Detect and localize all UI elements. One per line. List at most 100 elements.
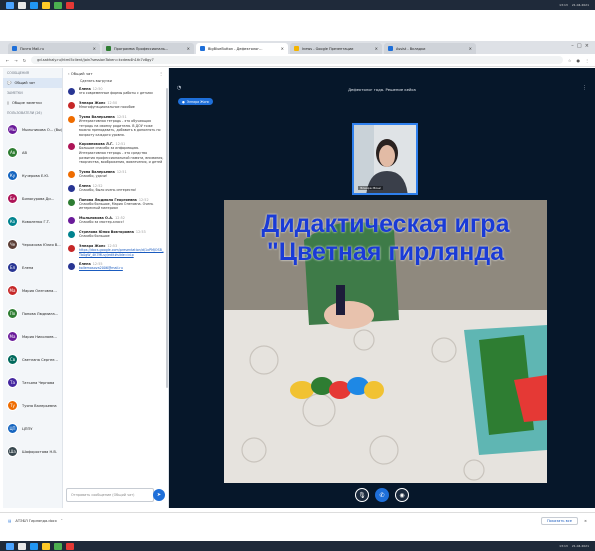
chat-message: Туяна Валерьевна 12:51 Интерактивная тетра… — [63, 113, 168, 140]
chat-title: Общий чат — [70, 71, 93, 76]
star-icon[interactable]: ☆ — [568, 58, 572, 63]
chat-text: Большое спасибо за информацию. Интеракти… — [79, 146, 164, 165]
user-list-item[interactable]: Би Билокурова Ди... — [3, 187, 62, 210]
chat-text: Спасибо за мастер-класс! — [79, 219, 124, 224]
user-name: Билокурова Ди... — [22, 196, 55, 201]
avatar: Ма — [7, 285, 18, 296]
chat-message: Елена 12:52 Спасибо, было очень интересно! — [63, 182, 168, 196]
phone-icon: ✆ — [379, 491, 385, 499]
app-icon[interactable] — [66, 1, 74, 9]
chevron-down-icon[interactable]: ˄ — [61, 519, 63, 523]
camera-button[interactable]: ◉ — [395, 488, 409, 502]
chat-scrollbar[interactable] — [166, 88, 168, 388]
avatar: Че — [7, 239, 18, 250]
tab-program[interactable]: Программа Профессиональ... × — [102, 43, 194, 54]
user-list-item[interactable]: Че Черкасова Юлия В... — [3, 233, 62, 256]
tab-assist[interactable]: Assist - Вкладки × — [384, 43, 476, 54]
users-section-title: ПОЛЬЗОВАТЕЛИ (26) — [7, 111, 42, 115]
close-icon[interactable]: × — [469, 46, 472, 51]
close-icon[interactable]: × — [281, 46, 284, 51]
search-icon[interactable] — [18, 1, 26, 9]
user-list-item[interactable]: ЦП ЦППУ — [3, 417, 62, 440]
window-controls[interactable]: – □ × — [571, 43, 589, 54]
forward-icon[interactable]: → — [14, 58, 17, 63]
user-list-item[interactable]: Св Светлана Сергее... — [3, 348, 62, 371]
explorer-icon[interactable] — [42, 542, 50, 550]
show-all-downloads-button[interactable]: Показать все — [540, 517, 578, 525]
user-list-item[interactable]: Ко Коваленко Г.Т. — [3, 210, 62, 233]
browser-tab-bar: Почта Mail.ru × Программа Профессиональ..… — [0, 41, 595, 54]
user-list-item[interactable]: Ма Мария Олеговна... — [3, 279, 62, 302]
chat-message-body: Мыльникова О.А. 12:52 Спасибо за мастер-кл… — [79, 216, 164, 225]
user-list-item[interactable]: По Попова Людмила... — [3, 302, 62, 325]
camera-icon: ◉ — [399, 491, 405, 499]
edge-icon[interactable] — [30, 542, 38, 550]
chat-icon: 💬 — [7, 81, 12, 85]
user-list-item[interactable]: Ша Шафоростова Н.В. — [3, 440, 62, 463]
chat-options-icon[interactable]: ⋮ — [159, 71, 163, 76]
explorer-icon[interactable] — [42, 1, 50, 9]
user-list-item[interactable]: Ту Туяна Валерьевна — [3, 394, 62, 417]
close-icon[interactable]: × — [187, 46, 190, 51]
shared-notes-item[interactable]: ▯ Общие заметки — [3, 98, 62, 108]
user-list-item[interactable]: Та Татьяна Чернова — [3, 371, 62, 394]
user-name: Мария Олеговна... — [22, 288, 57, 293]
options-icon[interactable]: ⋮ — [582, 85, 587, 91]
media-controls: 🎙 ✆ ◉ — [169, 488, 595, 502]
audio-button[interactable]: ✆ — [375, 488, 389, 502]
tab-label: Assist - Вкладки — [396, 46, 426, 51]
back-icon[interactable]: ← — [6, 58, 9, 63]
close-icon[interactable]: × — [93, 46, 96, 51]
webcam-video[interactable]: Элнара Жонс — [352, 123, 418, 195]
user-list-item[interactable]: Ав АВ — [3, 141, 62, 164]
edge-icon[interactable] — [30, 1, 38, 9]
avatar — [67, 101, 76, 110]
close-icon[interactable]: × — [375, 46, 378, 51]
show-all-label: Показать все — [546, 519, 572, 523]
user-name: Коваленко Г.Т. — [22, 219, 51, 224]
profile-icon[interactable]: ● — [577, 58, 581, 63]
chat-link[interactable]: https://docs.google.com/presentation/d/1… — [79, 248, 164, 257]
chat-back-icon[interactable]: ‹ Общий чат — [68, 71, 93, 76]
doc-icon — [106, 46, 111, 51]
chat-message: Мыльникова О.А. 12:52 Спасибо за мастер-кл… — [63, 214, 168, 228]
send-button[interactable]: ➤ — [153, 489, 165, 501]
download-file-name[interactable]: АТЭБЛ Гирлянда.docx — [15, 519, 57, 523]
windows-taskbar-bottom: 13:13 21.04.2021 — [0, 541, 595, 551]
chat-link[interactable]: kollemosova2006@mail.ru — [79, 266, 164, 271]
chat-messages: Елена 12:50 это современные формы работы с… — [63, 85, 168, 274]
menu-icon[interactable]: ⋮ — [585, 58, 589, 63]
close-icon[interactable]: × — [584, 519, 587, 523]
app-icon[interactable] — [66, 542, 74, 550]
tab-google-slides[interactable]: Іnews - Google Презентации × — [290, 43, 382, 54]
bbb-icon — [200, 46, 205, 51]
chrome-icon[interactable] — [54, 542, 62, 550]
mute-button[interactable]: 🎙 — [355, 488, 369, 502]
avatar: Ша — [7, 446, 18, 457]
chat-text: Спасибо, было очень интересно! — [79, 187, 137, 192]
user-list-item[interactable]: Мы Мыльникова О... (Вы) — [3, 118, 62, 141]
windows-start-icon[interactable] — [6, 542, 14, 550]
user-list-item[interactable]: Ма Мария Николаев... — [3, 325, 62, 348]
user-list-item[interactable]: Ел Елена — [3, 256, 62, 279]
user-name: Попова Людмила... — [22, 311, 59, 316]
presentation-slide: Дидактическая игра "Цветная гирлянда — [224, 200, 547, 483]
tab-bigbluebutton[interactable]: BigBlueButton - Дефектолог... × — [196, 43, 288, 54]
chat-message-body: Коровникова Л.Г. 12:51 Большое спасибо за … — [79, 142, 164, 164]
vk-icon — [388, 46, 393, 51]
chrome-icon[interactable] — [54, 1, 62, 9]
public-chat-item[interactable]: 💬 Общий чат — [3, 78, 62, 88]
windows-start-icon[interactable] — [6, 1, 14, 9]
send-icon: ➤ — [156, 492, 162, 498]
search-icon[interactable] — [18, 542, 26, 550]
notes-section-title: ЗАМЕТКИ — [7, 91, 23, 95]
user-list-item[interactable]: Ку Кучерова Е.Ю. — [3, 164, 62, 187]
user-name: Шафоростова Н.В. — [22, 449, 57, 454]
address-bar[interactable]: gd.sakhaly.ru/html5client/join?sessionTo… — [31, 56, 563, 64]
chat-text: это современные формы работы с детьми — [79, 91, 153, 95]
reload-icon[interactable]: ↻ — [23, 58, 26, 63]
chat-message-input[interactable]: Отправить сообщение (Общий чат) — [66, 488, 154, 502]
chat-input-placeholder: Отправить сообщение (Общий чат) — [71, 493, 135, 497]
recording-label: Элнара Жонс — [186, 99, 210, 104]
tab-mail[interactable]: Почта Mail.ru × — [8, 43, 100, 54]
